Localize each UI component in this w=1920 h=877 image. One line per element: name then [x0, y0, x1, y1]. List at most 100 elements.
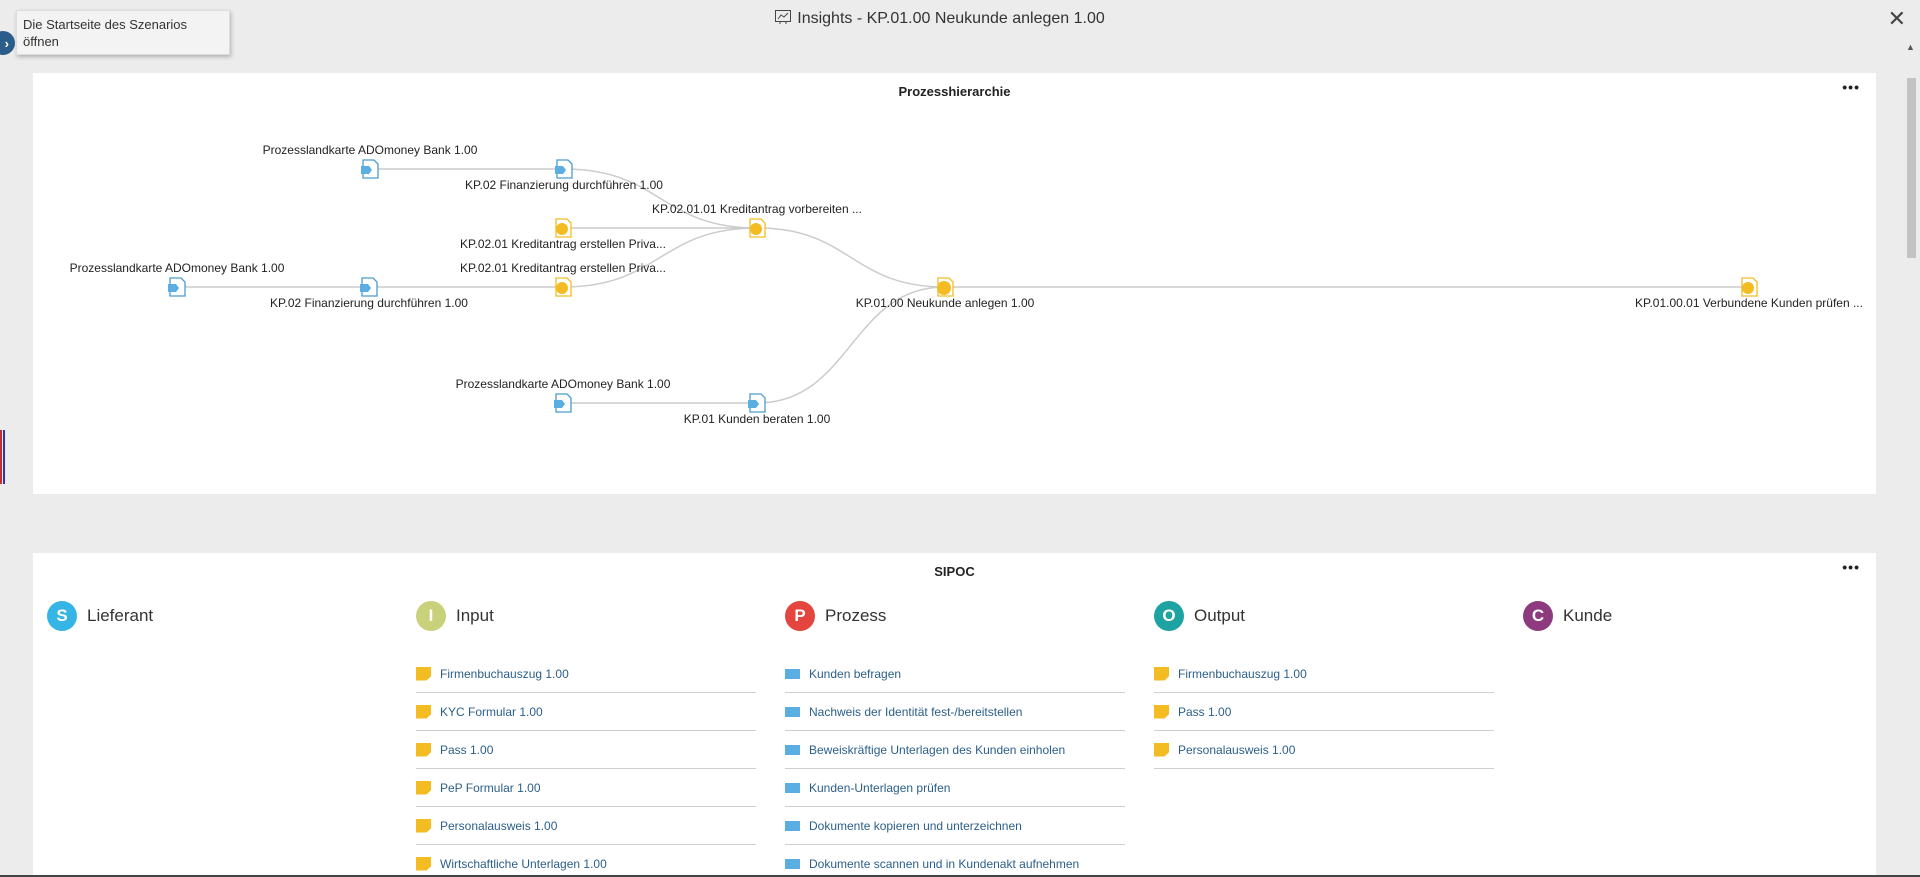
sipoc-column-label: Lieferant [87, 606, 154, 625]
sipoc-item-list: Firmenbuchauszug 1.00 KYC Formular 1.00 Pa… [416, 655, 756, 877]
process-node[interactable]: KP.02.01 Kreditantrag erstellen Priva... [460, 218, 666, 251]
sipoc-item[interactable]: Wirtschaftliche Unterlagen 1.00 [416, 845, 756, 877]
tooltip-text: Die Startseite des Szenarios öffnen [23, 17, 188, 49]
sipoc-item[interactable]: Dokumente scannen und in Kundenakt aufne… [785, 845, 1125, 877]
activity-icon [785, 858, 800, 869]
process-icon [556, 282, 568, 294]
document-icon [416, 704, 431, 719]
tooltip: Die Startseite des Szenarios öffnen [16, 10, 230, 55]
node-label: Prozesslandkarte ADOmoney Bank 1.00 [263, 143, 478, 157]
sipoc-item-label: KYC Formular 1.00 [440, 704, 543, 719]
sipoc-column-header: O Output [1154, 601, 1494, 631]
process-node[interactable]: KP.02.01 Kreditantrag erstellen Priva... [460, 261, 666, 297]
sipoc-item-label: Nachweis der Identität fest-/bereitstell… [809, 704, 1023, 719]
node-label: KP.02 Finanzierung durchführen 1.00 [270, 296, 468, 310]
activity-icon [785, 706, 800, 717]
sipoc-column-prozess: P Prozess Kunden befragen Nachweis der Iden… [785, 601, 1125, 877]
hierarchy-panel: Prozesshierarchie ••• Prozesslandkarte A… [33, 73, 1876, 494]
landscape-node[interactable]: Prozesslandkarte ADOmoney Bank 1.00 [263, 143, 478, 179]
sipoc-column-output: O Output Firmenbuchauszug 1.00 Pass 1.00 Per… [1154, 601, 1494, 769]
sipoc-item[interactable]: Kunden-Unterlagen prüfen [785, 769, 1125, 807]
sipoc-item-label: PeP Formular 1.00 [440, 780, 541, 795]
sipoc-item-label: Personalausweis 1.00 [1178, 742, 1296, 757]
vertical-scrollbar[interactable]: ▲ [1902, 40, 1920, 875]
sipoc-badge-icon: C [1523, 601, 1553, 631]
sipoc-item[interactable]: KYC Formular 1.00 [416, 693, 756, 731]
sipoc-item-label: Wirtschaftliche Unterlagen 1.00 [440, 856, 607, 871]
sipoc-item-label: Dokumente kopieren und unterzeichnen [809, 818, 1022, 833]
sipoc-column-label: Prozess [825, 606, 887, 625]
process-node[interactable]: KP.01.00.01 Verbundene Kunden prüfen ... [1635, 277, 1863, 310]
landscape-node[interactable]: Prozesslandkarte ADOmoney Bank 1.00 [456, 377, 671, 413]
side-marker [0, 430, 5, 484]
process-icon [1742, 282, 1754, 294]
close-icon[interactable]: ✕ [1888, 6, 1906, 32]
sipoc-item-label: Personalausweis 1.00 [440, 818, 558, 833]
activity-icon [785, 668, 800, 679]
process-node[interactable]: KP.02.01.01 Kreditantrag vorbereiten ... [652, 202, 862, 238]
scrollbar-thumb[interactable] [1907, 78, 1916, 258]
sipoc-item-label: Firmenbuchauszug 1.00 [440, 666, 569, 681]
sipoc-item[interactable]: Personalausweis 1.00 [416, 807, 756, 845]
hierarchy-graph: Prozesslandkarte ADOmoney Bank 1.00 KP.02… [70, 143, 1863, 426]
sipoc-column-kunde: C Kunde [1523, 601, 1863, 655]
sipoc-column-header: S Lieferant [47, 601, 387, 631]
activity-icon [785, 782, 800, 793]
sipoc-column-label: Input [456, 606, 494, 625]
sipoc-item[interactable]: Beweiskräftige Unterlagen des Kunden ein… [785, 731, 1125, 769]
activity-icon [785, 820, 800, 831]
document-icon [416, 780, 431, 795]
sipoc-badge-icon: P [785, 601, 815, 631]
hierarchy-edge [756, 227, 946, 288]
document-icon [1154, 704, 1169, 719]
sipoc-column-header: I Input [416, 601, 756, 631]
process-node[interactable]: KP.01.00 Neukunde anlegen 1.00 [856, 277, 1035, 310]
sipoc-item[interactable]: PeP Formular 1.00 [416, 769, 756, 807]
sipoc-item[interactable]: Firmenbuchauszug 1.00 [416, 655, 756, 693]
document-icon [416, 742, 431, 757]
sipoc-item-list: Kunden befragen Nachweis der Identität fe… [785, 655, 1125, 877]
node-label: Prozesslandkarte ADOmoney Bank 1.00 [70, 261, 285, 275]
sipoc-column-lieferant: S Lieferant [47, 601, 387, 655]
sipoc-item[interactable]: Personalausweis 1.00 [1154, 731, 1494, 769]
landscape-node[interactable]: KP.02 Finanzierung durchführen 1.00 [465, 159, 663, 192]
document-icon [1154, 666, 1169, 681]
sipoc-item-label: Pass 1.00 [1178, 704, 1232, 719]
sipoc-item-label: Kunden-Unterlagen prüfen [809, 780, 951, 795]
sipoc-panel: SIPOC ••• S Lieferant I Input Firmenbuchausz… [33, 553, 1876, 877]
insights-icon [775, 10, 792, 24]
document-icon [1154, 742, 1169, 757]
sipoc-item-label: Firmenbuchauszug 1.00 [1178, 666, 1307, 681]
sipoc-column-header: P Prozess [785, 601, 1125, 631]
activity-icon [785, 744, 800, 755]
sipoc-item[interactable]: Firmenbuchauszug 1.00 [1154, 655, 1494, 693]
sipoc-item[interactable]: Kunden befragen [785, 655, 1125, 693]
node-label: KP.01 Kunden beraten 1.00 [684, 412, 831, 426]
landscape-node[interactable]: KP.01 Kunden beraten 1.00 [684, 393, 831, 426]
sipoc-item[interactable]: Pass 1.00 [416, 731, 756, 769]
sipoc-item[interactable]: Nachweis der Identität fest-/bereitstell… [785, 693, 1125, 731]
node-label: Prozesslandkarte ADOmoney Bank 1.00 [456, 377, 671, 391]
document-icon [416, 856, 431, 871]
landscape-node[interactable]: Prozesslandkarte ADOmoney Bank 1.00 [70, 261, 285, 297]
sipoc-column-input: I Input Firmenbuchauszug 1.00 KYC Formular … [416, 601, 756, 877]
process-icon [750, 223, 762, 235]
document-icon [416, 818, 431, 833]
sipoc-more-button[interactable]: ••• [1842, 559, 1860, 575]
sipoc-item[interactable]: Pass 1.00 [1154, 693, 1494, 731]
document-icon [416, 666, 431, 681]
sipoc-item-label: Pass 1.00 [440, 742, 494, 757]
sipoc-item-label: Kunden befragen [809, 666, 902, 681]
process-icon [556, 223, 568, 235]
node-label: KP.02.01.01 Kreditantrag vorbereiten ... [652, 202, 862, 216]
sipoc-item[interactable]: Dokumente kopieren und unterzeichnen [785, 807, 1125, 845]
sipoc-item-list: Firmenbuchauszug 1.00 Pass 1.00 Personalau… [1154, 655, 1494, 769]
scroll-up-icon[interactable]: ▲ [1906, 42, 1915, 52]
landscape-node[interactable]: KP.02 Finanzierung durchführen 1.00 [270, 277, 468, 310]
sipoc-item-label: Beweiskräftige Unterlagen des Kunden ein… [809, 742, 1066, 757]
window-title: Insights - KP.01.00 Neukunde anlegen 1.0… [0, 10, 1880, 28]
sipoc-badge-icon: S [47, 601, 77, 631]
node-label: KP.02.01 Kreditantrag erstellen Priva... [460, 237, 666, 251]
sipoc-item-label: Dokumente scannen und in Kundenakt aufne… [809, 856, 1080, 871]
sipoc-column-label: Kunde [1563, 606, 1613, 625]
